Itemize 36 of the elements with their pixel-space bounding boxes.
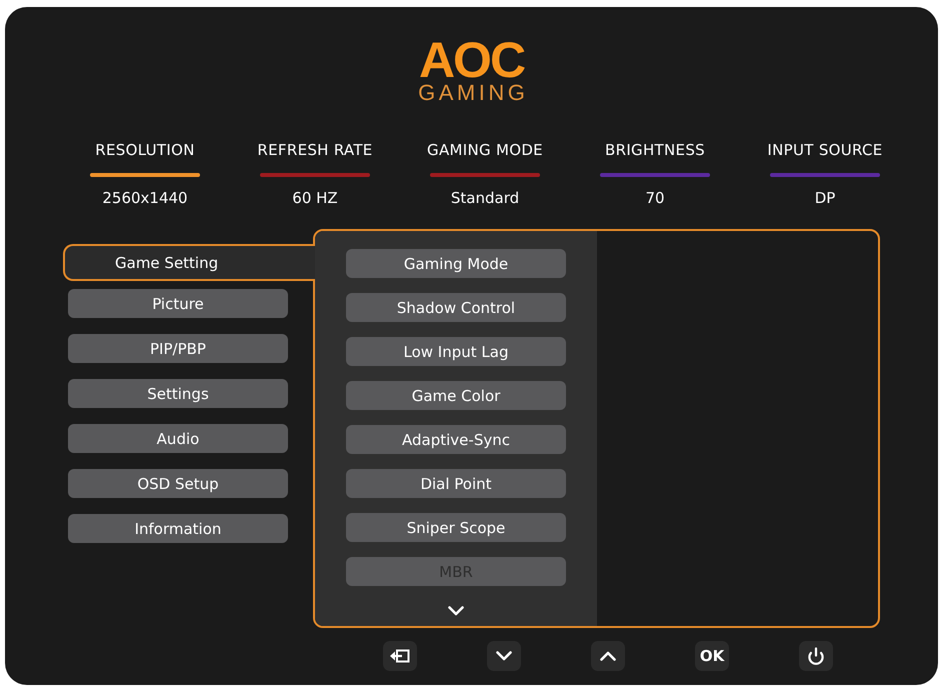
exit-icon: [390, 649, 410, 663]
power-button[interactable]: [799, 641, 833, 671]
up-button[interactable]: [591, 641, 625, 671]
status-label: BRIGHTNESS: [605, 141, 705, 159]
status-value: 60 HZ: [292, 189, 338, 207]
status-label: INPUT SOURCE: [767, 141, 883, 159]
submenu-item[interactable]: Game Color: [346, 381, 566, 410]
status-value: DP: [814, 189, 836, 207]
status-label: RESOLUTION: [95, 141, 195, 159]
submenu-item[interactable]: Low Input Lag: [346, 337, 566, 366]
submenu-item[interactable]: Adaptive-Sync: [346, 425, 566, 454]
submenu-item[interactable]: Gaming Mode: [346, 249, 566, 278]
logo-tagline: GAMING: [417, 82, 528, 104]
ok-button[interactable]: OK: [695, 641, 729, 671]
chevron-up-icon: [600, 651, 616, 661]
status-value: Standard: [450, 189, 520, 207]
exit-button[interactable]: [383, 641, 417, 671]
submenu-item[interactable]: Dial Point: [346, 469, 566, 498]
menu-item[interactable]: PIP/PBP: [68, 334, 288, 363]
status-value: 2560x1440: [102, 189, 188, 207]
status-label: GAMING MODE: [427, 141, 543, 159]
power-icon: [807, 647, 825, 665]
chevron-down-icon: [496, 651, 512, 661]
menu-item[interactable]: Picture: [68, 289, 288, 318]
logo-text: AOC: [418, 35, 524, 85]
menu-item[interactable]: Information: [68, 514, 288, 543]
submenu-item[interactable]: Sniper Scope: [346, 513, 566, 542]
status-label: REFRESH RATE: [257, 141, 373, 159]
menu-item[interactable]: Audio: [68, 424, 288, 453]
down-button[interactable]: [487, 641, 521, 671]
chevron-down-icon: [448, 606, 464, 616]
status-value: 70: [645, 189, 665, 207]
menu-item[interactable]: Settings: [68, 379, 288, 408]
menu-item[interactable]: OSD Setup: [68, 469, 288, 498]
submenu-item[interactable]: Shadow Control: [346, 293, 566, 322]
menu-item[interactable]: Game Setting: [63, 244, 315, 281]
